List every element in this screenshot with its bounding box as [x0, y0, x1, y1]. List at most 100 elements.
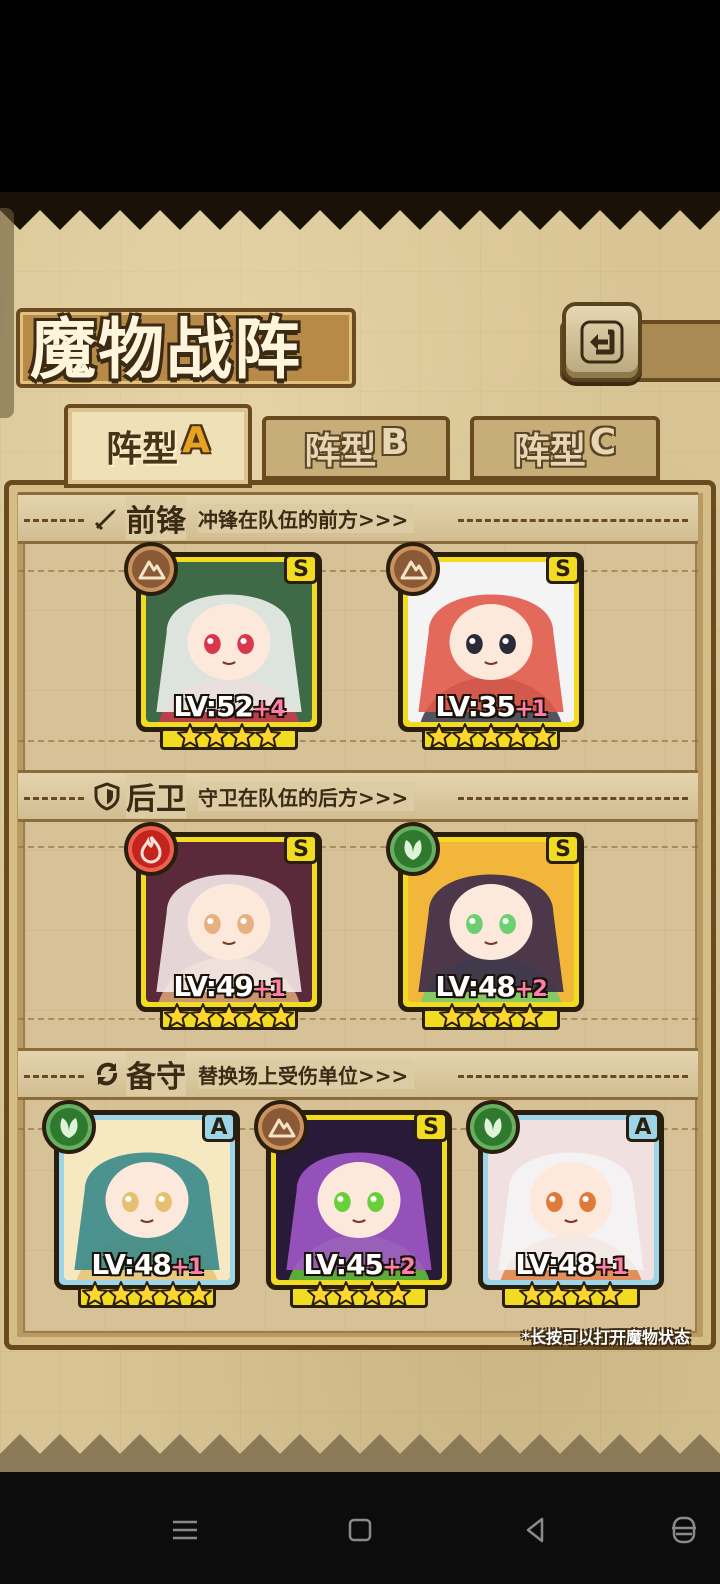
level-prefix: LV: [435, 970, 479, 1003]
back-triangle-icon[interactable] [516, 1510, 556, 1550]
swap-icon [92, 1059, 122, 1089]
return-arrow-icon [580, 320, 624, 364]
monster-card[interactable]: S LV:48+2 [386, 822, 584, 1030]
star-icon [504, 723, 530, 748]
star-rating [398, 722, 584, 752]
rank-badge: S [546, 834, 580, 864]
tab-formation-b[interactable]: 阵型 B [262, 416, 450, 480]
rank-badge: A [626, 1112, 660, 1142]
earth-element-icon [124, 542, 178, 596]
fire-element-icon [124, 822, 178, 876]
section-title: 后卫 [126, 774, 186, 818]
star-icon [164, 1003, 190, 1028]
tab-label: 阵型 [106, 429, 179, 470]
wood-element-icon [466, 1100, 520, 1154]
level-value: 45 [345, 1248, 384, 1281]
assistant-icon[interactable] [664, 1510, 704, 1550]
tab-letter: A [182, 420, 210, 461]
level-prefix: LV: [91, 1248, 135, 1281]
rank-badge: S [546, 554, 580, 584]
star-icon [517, 1003, 543, 1028]
star-icon [530, 723, 556, 748]
level-label: LV:48+2 [406, 970, 576, 1003]
level-value: 48 [477, 970, 516, 1003]
star-icon [491, 1003, 517, 1028]
star-icon [229, 723, 255, 748]
star-icon [571, 1281, 597, 1306]
rank-badge: S [284, 554, 318, 584]
star-icon [478, 723, 504, 748]
level-bonus: +2 [382, 1255, 416, 1280]
game-screen: 魔物战阵 阵型 A 阵型 B 阵型 C 前锋 冲锋在队伍的前方>>> 后卫 守卫… [0, 192, 720, 1472]
star-icon [465, 1003, 491, 1028]
rank-badge: S [284, 834, 318, 864]
level-bonus: +1 [252, 977, 286, 1002]
star-icon [519, 1281, 545, 1306]
monster-card[interactable]: S LV:49+1 [124, 822, 322, 1030]
level-bonus: +4 [252, 697, 286, 722]
level-value: 48 [557, 1248, 596, 1281]
monster-card[interactable]: S LV:52+4 [124, 542, 322, 750]
tab-formation-a[interactable]: 阵型 A [64, 404, 252, 488]
level-label: LV:48+1 [486, 1248, 656, 1281]
section-subtitle: 冲锋在队伍的前方>>> [198, 503, 415, 533]
monster-card[interactable]: S LV:45+2 [254, 1100, 452, 1308]
tab-letter: B [380, 422, 408, 463]
section-back-header: 后卫 守卫在队伍的后方>>> [18, 770, 698, 822]
page-title: 魔物战阵 [30, 311, 302, 388]
section-subtitle: 替换场上受伤单位>>> [198, 1059, 415, 1089]
rank-badge: S [414, 1112, 448, 1142]
star-icon [439, 1003, 465, 1028]
wood-element-icon [386, 822, 440, 876]
side-handle [0, 208, 14, 418]
star-icon [177, 723, 203, 748]
level-bonus: +1 [514, 697, 548, 722]
level-value: 48 [133, 1248, 172, 1281]
section-reserve-header: 备守 替换场上受伤单位>>> [18, 1048, 698, 1100]
level-bonus: +2 [514, 977, 548, 1002]
shield-icon [92, 781, 122, 811]
star-icon [597, 1281, 623, 1306]
star-icon [242, 1003, 268, 1028]
level-prefix: LV: [173, 690, 217, 723]
star-icon [268, 1003, 294, 1028]
star-icon [82, 1281, 108, 1306]
section-title: 备守 [126, 1052, 186, 1096]
back-button[interactable] [562, 302, 642, 382]
level-label: LV:49+1 [144, 970, 314, 1003]
level-value: 49 [215, 970, 254, 1003]
star-icon [186, 1281, 212, 1306]
tab-formation-c[interactable]: 阵型 C [470, 416, 660, 480]
star-rating [478, 1280, 664, 1310]
star-icon [216, 1003, 242, 1028]
star-rating [266, 1280, 452, 1310]
star-icon [108, 1281, 134, 1306]
star-rating [136, 1002, 322, 1032]
home-square-icon[interactable] [340, 1510, 380, 1550]
menu-icon[interactable] [165, 1510, 205, 1550]
monster-card[interactable]: S LV:35+1 [386, 542, 584, 750]
level-prefix: LV: [303, 1248, 347, 1281]
level-value: 52 [215, 690, 254, 723]
section-subtitle: 守卫在队伍的后方>>> [198, 781, 415, 811]
star-rating [54, 1280, 240, 1310]
earth-element-icon [386, 542, 440, 596]
level-label: LV:35+1 [406, 690, 576, 723]
tab-label: 阵型 [304, 431, 377, 472]
monster-card[interactable]: A LV:48+1 [42, 1100, 240, 1308]
level-value: 35 [477, 690, 516, 723]
monster-card[interactable]: A LV:48+1 [466, 1100, 664, 1308]
star-icon [190, 1003, 216, 1028]
section-front-header: 前锋 冲锋在队伍的前方>>> [18, 492, 698, 544]
star-icon [160, 1281, 186, 1306]
star-icon [385, 1281, 411, 1306]
level-prefix: LV: [173, 970, 217, 1003]
star-icon [255, 723, 281, 748]
torn-edge-bottom [0, 1434, 720, 1472]
rank-badge: A [202, 1112, 236, 1142]
star-icon [134, 1281, 160, 1306]
status-bar-area [0, 0, 720, 192]
level-prefix: LV: [515, 1248, 559, 1281]
star-icon [203, 723, 229, 748]
star-rating [136, 722, 322, 752]
